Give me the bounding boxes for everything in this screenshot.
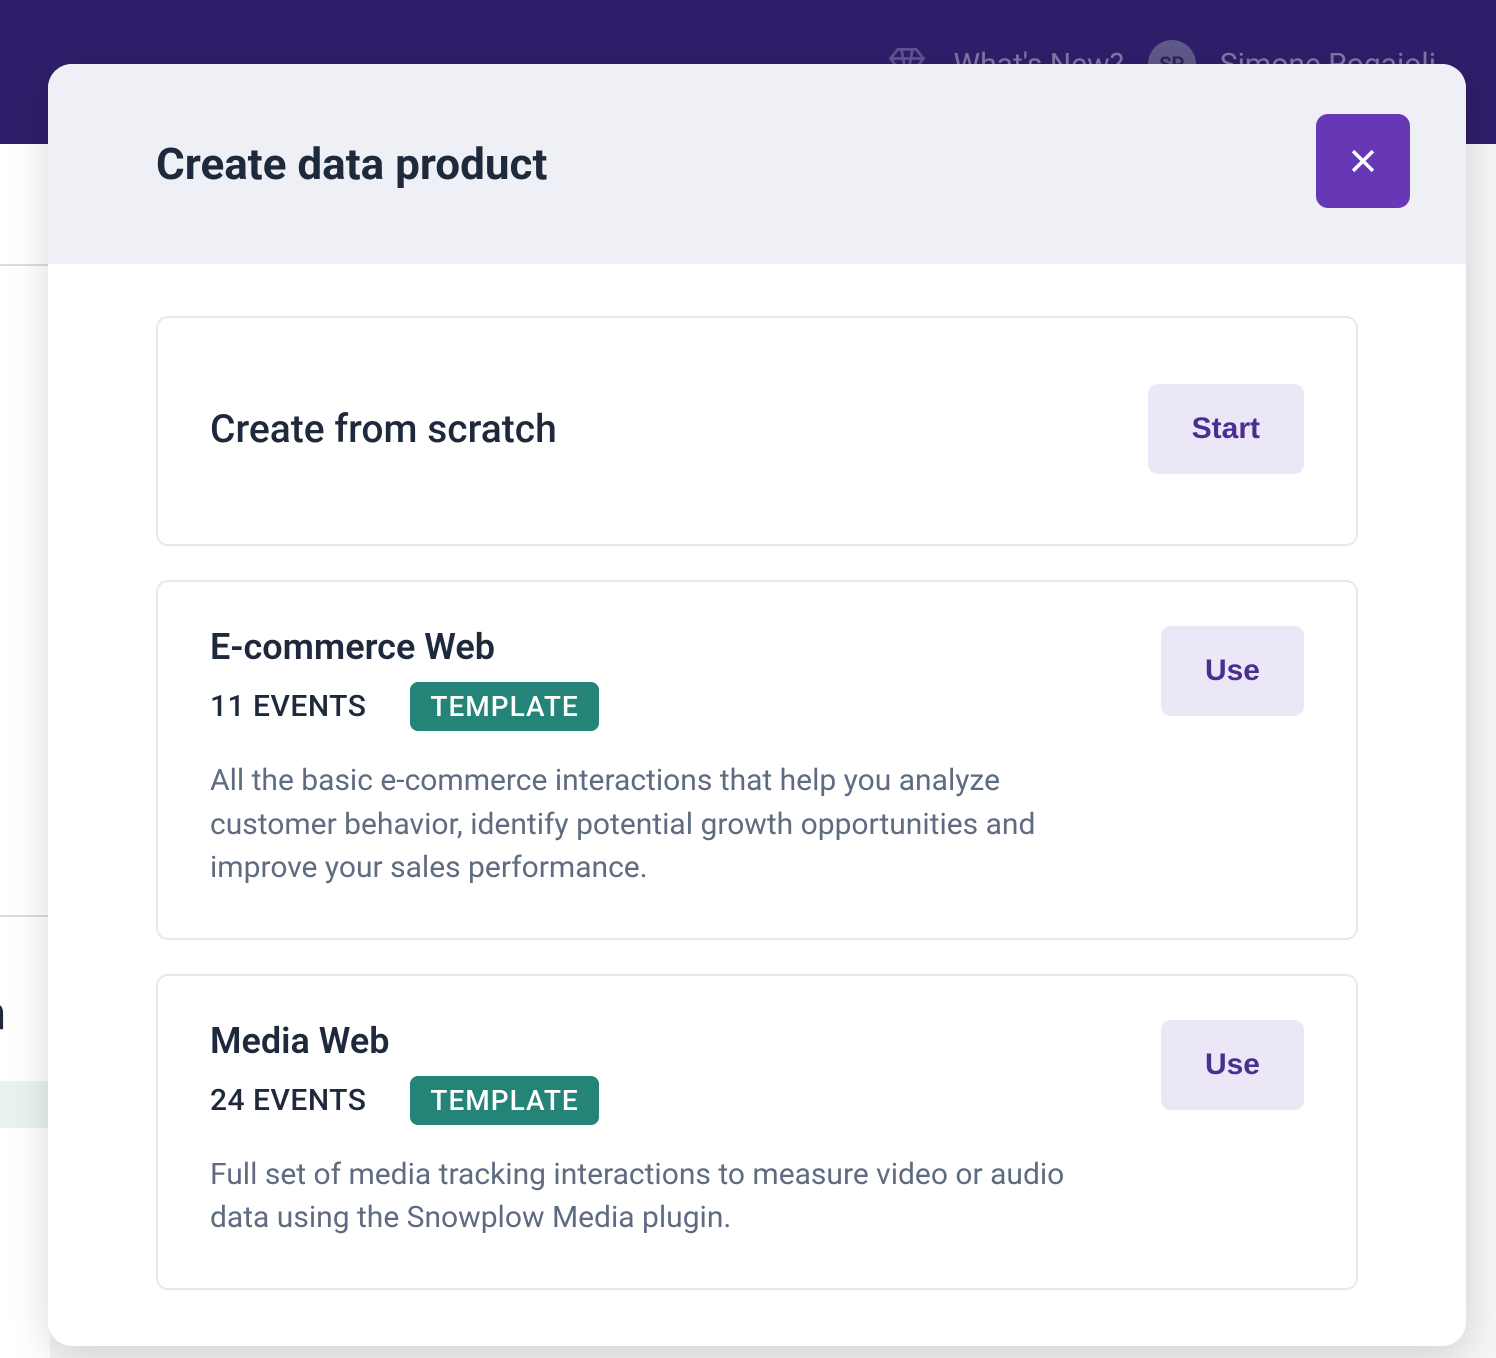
template-tag: TEMPLATE	[410, 1076, 598, 1125]
create-from-scratch-card: Create from scratch Start	[156, 316, 1358, 546]
template-description: All the basic e-commerce interactions th…	[210, 759, 1121, 890]
use-button-ecommerce[interactable]: Use	[1161, 626, 1304, 716]
events-count: 24 EVENTS	[210, 1083, 366, 1118]
events-count: 11 EVENTS	[210, 689, 366, 724]
bg-side-text-2: nm	[0, 917, 50, 1081]
scratch-title: Create from scratch	[210, 406, 1108, 452]
template-tag: TEMPLATE	[410, 682, 598, 731]
modal-body: Create from scratch Start E-commerce Web…	[48, 264, 1466, 1346]
template-title: Media Web	[210, 1020, 1121, 1062]
template-description: Full set of media tracking interactions …	[210, 1153, 1121, 1240]
template-card-media: Media Web 24 EVENTS TEMPLATE Full set of…	[156, 974, 1358, 1290]
use-button-media[interactable]: Use	[1161, 1020, 1304, 1110]
close-button[interactable]	[1316, 114, 1410, 208]
modal-title: Create data product	[156, 138, 547, 190]
start-button[interactable]: Start	[1148, 384, 1304, 474]
bg-side-sub-2: S	[0, 1081, 50, 1128]
close-icon	[1346, 144, 1380, 178]
modal-header: Create data product	[48, 64, 1466, 264]
template-card-ecommerce: E-commerce Web 11 EVENTS TEMPLATE All th…	[156, 580, 1358, 940]
create-data-product-modal: Create data product Create from scratch …	[48, 64, 1466, 1346]
background-sidebar: nd S nm S	[0, 144, 50, 1358]
bg-side-sub: S	[0, 540, 50, 575]
template-title: E-commerce Web	[210, 626, 1121, 668]
bg-side-text: nd	[0, 386, 50, 540]
